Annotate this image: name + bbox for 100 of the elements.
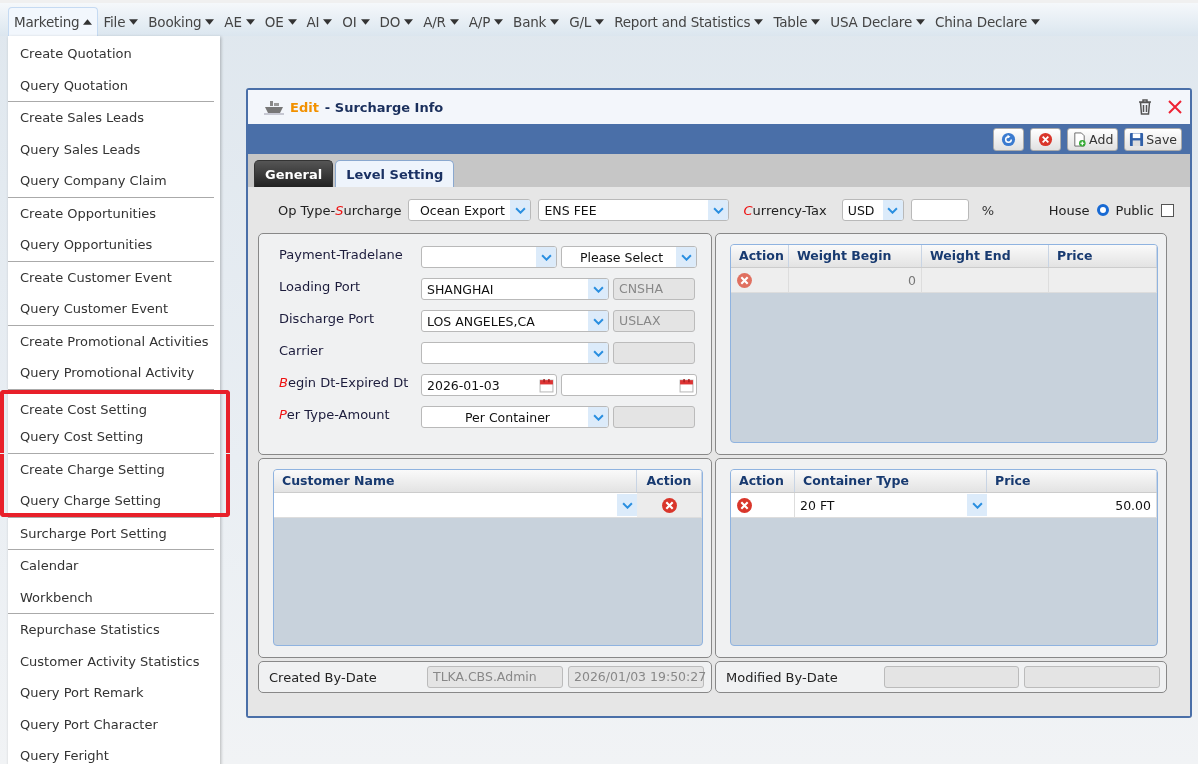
menu-item[interactable]: Query Company Claim (8, 165, 214, 197)
chevron-icon (887, 206, 899, 214)
caret-icon (323, 19, 333, 25)
menu-item[interactable]: Create Customer Event (8, 261, 214, 293)
caret-icon (245, 19, 255, 25)
delete-icon[interactable] (736, 496, 753, 514)
calendar-icon[interactable] (539, 377, 554, 393)
chevron-icon (592, 413, 604, 421)
close-icon[interactable] (1168, 99, 1182, 115)
menu-item[interactable]: Surcharge Port Setting (8, 517, 214, 549)
select-field[interactable]: Ocean Export (408, 199, 532, 221)
menu-bar-item[interactable]: AI (301, 8, 338, 36)
column-header: Weight End (922, 245, 1049, 267)
menu-item[interactable]: Workbench (8, 581, 214, 613)
date-field[interactable]: 2026-01-03 (421, 374, 557, 396)
created-by-field: TLKA.CBS.Admin (427, 666, 563, 688)
menu-bar-item[interactable]: China Declare (930, 8, 1045, 36)
caret-icon (287, 19, 297, 25)
field-label: Currency- (743, 202, 806, 218)
field-label: Payment- (279, 246, 340, 262)
menu-bar-item[interactable]: G/L (564, 8, 610, 36)
chevron-icon (540, 253, 552, 261)
menu-bar-item[interactable]: OE (259, 8, 302, 36)
caret-icon (1031, 19, 1040, 25)
menu-item[interactable]: Query Charge Setting (0, 485, 230, 517)
menu-item[interactable]: Calendar (8, 550, 214, 582)
menu-item[interactable]: Query Cost Setting (0, 421, 230, 453)
menu-bar-item[interactable]: A/R (418, 8, 464, 36)
menu-item[interactable]: Create Promotional Activities (8, 325, 214, 357)
menu-item[interactable]: Create Quotation (8, 38, 214, 70)
field-label: Tax (805, 202, 827, 218)
caret-icon (404, 19, 414, 25)
caret-icon (550, 19, 560, 25)
menu-bar-item[interactable]: Table (768, 8, 826, 36)
field-label: Tradelane (339, 246, 403, 262)
select-field[interactable]: Please Select (561, 246, 697, 268)
chevron-icon (680, 253, 692, 261)
cancel-button[interactable] (1030, 127, 1062, 151)
column-header: Weight Begin (789, 245, 922, 267)
menu-item[interactable]: Query Opportunities (8, 229, 214, 261)
date-field[interactable] (561, 374, 697, 396)
menu-bar-item[interactable]: File (98, 8, 144, 36)
tab[interactable]: General (254, 160, 334, 187)
caret-icon (83, 19, 93, 25)
delete-icon[interactable] (660, 496, 678, 514)
radio-button[interactable] (1096, 204, 1109, 216)
add-button[interactable]: Add (1067, 127, 1119, 151)
menu-bar-item[interactable]: Bank (508, 8, 565, 36)
price-cell: 50.00 (987, 493, 1157, 517)
caret-icon (811, 19, 821, 25)
menu-item[interactable]: Query Feright (8, 740, 214, 764)
add-document-icon (1072, 131, 1088, 147)
tax-input[interactable] (910, 199, 969, 221)
column-header: Action (731, 470, 795, 492)
save-button[interactable]: Save (1124, 127, 1182, 151)
ship-icon (264, 99, 284, 115)
menu-item[interactable]: Customer Activity Statistics (8, 645, 214, 677)
menu-bar-item[interactable]: Report and Statistics (609, 8, 769, 36)
chevron-icon (514, 206, 526, 214)
select-field[interactable]: Per Container (421, 406, 609, 428)
menu-item[interactable]: Query Quotation (8, 69, 214, 101)
select-field[interactable]: USD (841, 199, 904, 221)
menu-bar-item[interactable]: DO (374, 8, 419, 36)
unit-label: % (981, 202, 995, 218)
checkbox-label: Public (1115, 202, 1154, 218)
select-field[interactable]: ENS FEE (538, 199, 730, 221)
checkbox[interactable] (1161, 203, 1174, 217)
menu-item[interactable]: Query Port Character (8, 708, 214, 740)
menu-item[interactable]: Query Port Remark (8, 677, 214, 709)
menu-item[interactable]: Query Promotional Activity (8, 357, 214, 389)
select-field[interactable]: LOS ANGELES,CA (421, 310, 609, 332)
menu-bar-item[interactable]: Booking (143, 8, 220, 36)
tab[interactable]: Level Setting (335, 160, 455, 187)
menu-bar-item[interactable]: OI (337, 8, 375, 36)
menu-bar-item[interactable]: USA Declare (825, 8, 931, 36)
menu-item[interactable]: Query Sales Leads (8, 133, 214, 165)
column-header: Action (637, 470, 702, 492)
menu-item[interactable]: Repurchase Statistics (8, 614, 214, 646)
menu-item[interactable]: Create Charge Setting (0, 453, 230, 485)
menu-bar-item[interactable]: A/P (463, 8, 509, 36)
refresh-button[interactable] (993, 127, 1025, 151)
column-header: Price (1049, 245, 1157, 267)
calendar-icon[interactable] (679, 377, 694, 393)
menu-item[interactable]: Query Customer Event (8, 293, 214, 325)
code-field: CNSHA (613, 278, 695, 300)
delete-icon[interactable] (736, 271, 753, 289)
select-field[interactable]: SHANGHAI (421, 278, 609, 300)
menu-bar-item[interactable]: Marketing (8, 7, 99, 36)
window-mode: Edit (290, 99, 319, 115)
caret-icon (916, 19, 926, 25)
menu-bar-item[interactable]: AE (219, 8, 260, 36)
trash-icon[interactable] (1138, 99, 1152, 115)
table-cell: 0 (789, 268, 922, 292)
menu-item[interactable]: Create Opportunities (8, 197, 214, 229)
select-field[interactable] (421, 342, 609, 364)
menu-item[interactable]: Create Cost Setting (0, 389, 230, 421)
field-label: Op Type- (278, 202, 336, 218)
refresh-icon (1001, 131, 1017, 147)
menu-item[interactable]: Create Sales Leads (8, 102, 214, 134)
select-field[interactable] (421, 246, 557, 268)
